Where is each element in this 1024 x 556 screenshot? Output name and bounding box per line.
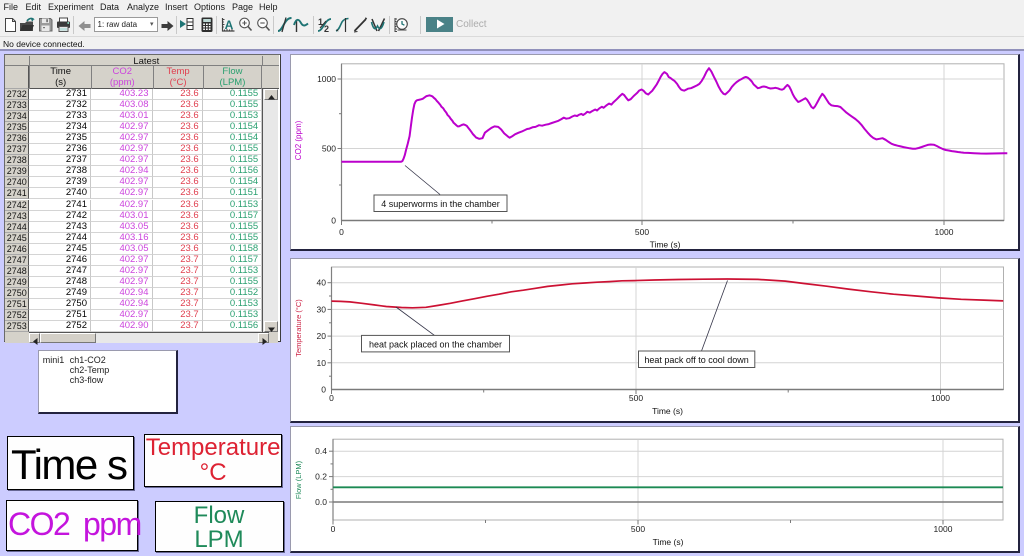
svg-text:40: 40 <box>316 278 326 288</box>
svg-text:500: 500 <box>322 143 336 153</box>
svg-text:1000: 1000 <box>317 74 336 84</box>
svg-text:A: A <box>224 18 233 32</box>
svg-text:0: 0 <box>321 385 326 395</box>
svg-text:Temperature (°C): Temperature (°C) <box>294 299 303 357</box>
svg-text:0.4: 0.4 <box>315 446 327 456</box>
svg-text:Time (s): Time (s) <box>650 239 681 249</box>
svg-text:0: 0 <box>329 393 334 403</box>
svg-text:0: 0 <box>331 215 336 225</box>
svg-text:500: 500 <box>635 227 649 237</box>
svg-text:1000: 1000 <box>931 393 950 403</box>
svg-text:0.2: 0.2 <box>315 471 327 481</box>
svg-text:10: 10 <box>316 358 326 368</box>
svg-text:Time (s): Time (s) <box>652 537 683 547</box>
svg-text:1000: 1000 <box>935 227 954 237</box>
svg-text:2: 2 <box>324 24 329 33</box>
svg-text:heat pack placed on the chambe: heat pack placed on the chamber <box>368 339 501 349</box>
svg-text:20: 20 <box>316 331 326 341</box>
svg-text:CO2 (ppm): CO2 (ppm) <box>294 120 303 160</box>
svg-text:500: 500 <box>630 524 644 534</box>
svg-text:500: 500 <box>628 393 642 403</box>
svg-text:heat pack off to cool down: heat pack off to cool down <box>644 355 748 365</box>
svg-text:30: 30 <box>316 304 326 314</box>
svg-text:Time (s): Time (s) <box>652 406 683 416</box>
svg-text:0: 0 <box>330 524 335 534</box>
svg-text:Flow (LPM): Flow (LPM) <box>294 460 303 499</box>
svg-text:1000: 1000 <box>933 524 952 534</box>
svg-text:0: 0 <box>339 227 344 237</box>
svg-text:4 superworms in the chamber: 4 superworms in the chamber <box>381 198 500 208</box>
svg-text:0.0: 0.0 <box>315 497 327 507</box>
